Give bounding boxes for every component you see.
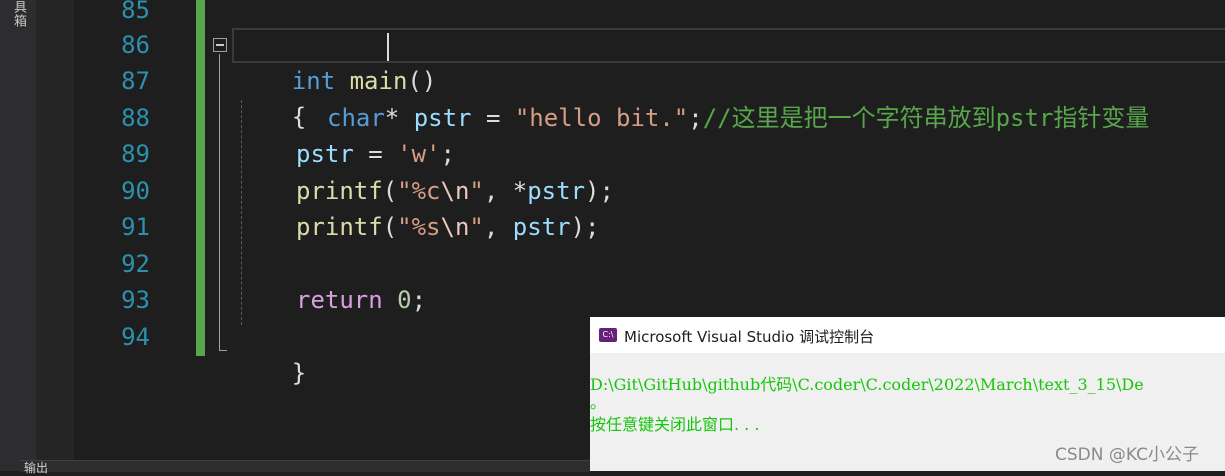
code-line-87[interactable]: { xyxy=(234,63,306,131)
code-line-89[interactable]: pstr = 'w'; xyxy=(296,136,455,172)
function-name: main xyxy=(349,67,408,95)
punctuation: ; xyxy=(411,286,427,314)
line-number: 92 xyxy=(121,250,150,278)
console-app-icon: C:\ xyxy=(599,328,617,342)
punctuation: ( xyxy=(382,213,398,241)
toolbox-tab-label[interactable]: 具箱 xyxy=(6,0,28,28)
punctuation: () xyxy=(407,67,437,95)
output-tab-label[interactable]: 输出 xyxy=(24,459,48,476)
string-literal: "%c xyxy=(397,177,441,205)
console-title: Microsoft Visual Studio 调试控制台 xyxy=(624,328,875,346)
line-number: 87 xyxy=(121,67,150,95)
punctuation: , xyxy=(483,213,513,241)
punctuation: ); xyxy=(570,213,600,241)
line-number: 93 xyxy=(121,286,150,314)
escape-sequence: \n xyxy=(440,213,470,241)
close-brace: } xyxy=(291,359,307,387)
number-literal: 0 xyxy=(397,286,412,314)
collapse-icon[interactable] xyxy=(213,38,227,52)
console-output-line: 。 xyxy=(590,393,607,412)
char-literal: 'w' xyxy=(397,140,441,168)
editor-left-margin xyxy=(36,0,74,471)
line-number: 91 xyxy=(121,213,150,241)
console-output-line: D:\Git\GitHub\github代码\C.coder\C.coder\2… xyxy=(590,375,1144,394)
identifier: pstr xyxy=(296,140,354,168)
keyword: return xyxy=(296,286,383,314)
escape-sequence: \n xyxy=(440,177,470,205)
line-number: 86 xyxy=(121,31,150,59)
code-comment: //这里是把一个字符串放到pstr指针变量 xyxy=(702,104,1150,132)
watermark: CSDN @KC小公子 xyxy=(1055,445,1199,465)
code-line-90[interactable]: printf("%c\n", *pstr); xyxy=(296,173,614,209)
console-output-line: 按任意键关闭此窗口. . . xyxy=(590,415,760,434)
identifier: pstr xyxy=(413,104,472,132)
punctuation: ); xyxy=(585,177,614,205)
string-literal: " xyxy=(469,213,484,241)
identifier: pstr xyxy=(512,213,571,241)
punctuation: * xyxy=(384,104,414,132)
keyword: char xyxy=(327,104,385,132)
change-tracking-bar xyxy=(196,0,205,356)
operator: = xyxy=(471,104,515,132)
open-brace: { xyxy=(291,103,307,131)
line-number: 85 xyxy=(121,0,150,24)
line-number: 90 xyxy=(121,177,150,205)
string-literal: " xyxy=(469,177,484,205)
function-name: printf xyxy=(296,213,383,241)
line-number: 94 xyxy=(121,323,150,351)
string-literal: "hello bit." xyxy=(514,104,689,132)
toolbox-side-panel[interactable]: 具箱 xyxy=(0,0,37,471)
code-line-91[interactable]: printf("%s\n", pstr); xyxy=(296,209,599,245)
punctuation: ; xyxy=(688,104,703,132)
code-line-94[interactable]: } xyxy=(234,319,306,387)
output-panel-tab[interactable]: 输出 xyxy=(20,460,590,475)
punctuation: ( xyxy=(382,177,398,205)
string-literal: "%s xyxy=(397,213,441,241)
line-number: 89 xyxy=(121,140,150,168)
line-number-gutter: 85 86 87 88 89 90 91 92 93 94 xyxy=(74,0,154,460)
fold-guide xyxy=(219,54,220,350)
function-name: printf xyxy=(296,177,383,205)
code-line-93[interactable]: return 0; xyxy=(296,282,426,318)
operator: = xyxy=(353,140,398,168)
code-line-86[interactable]: int main() xyxy=(234,27,437,95)
punctuation: ; xyxy=(440,140,455,168)
fold-guide-end xyxy=(219,350,227,351)
text-caret xyxy=(387,33,389,61)
console-title-bar[interactable]: C:\ Microsoft Visual Studio 调试控制台 xyxy=(590,317,1225,353)
line-number: 88 xyxy=(121,104,150,132)
punctuation: , * xyxy=(483,177,528,205)
code-line-88[interactable]: char* pstr = "hello bit.";//这里是把一个字符串放到p… xyxy=(327,100,1149,136)
identifier: pstr xyxy=(527,177,586,205)
